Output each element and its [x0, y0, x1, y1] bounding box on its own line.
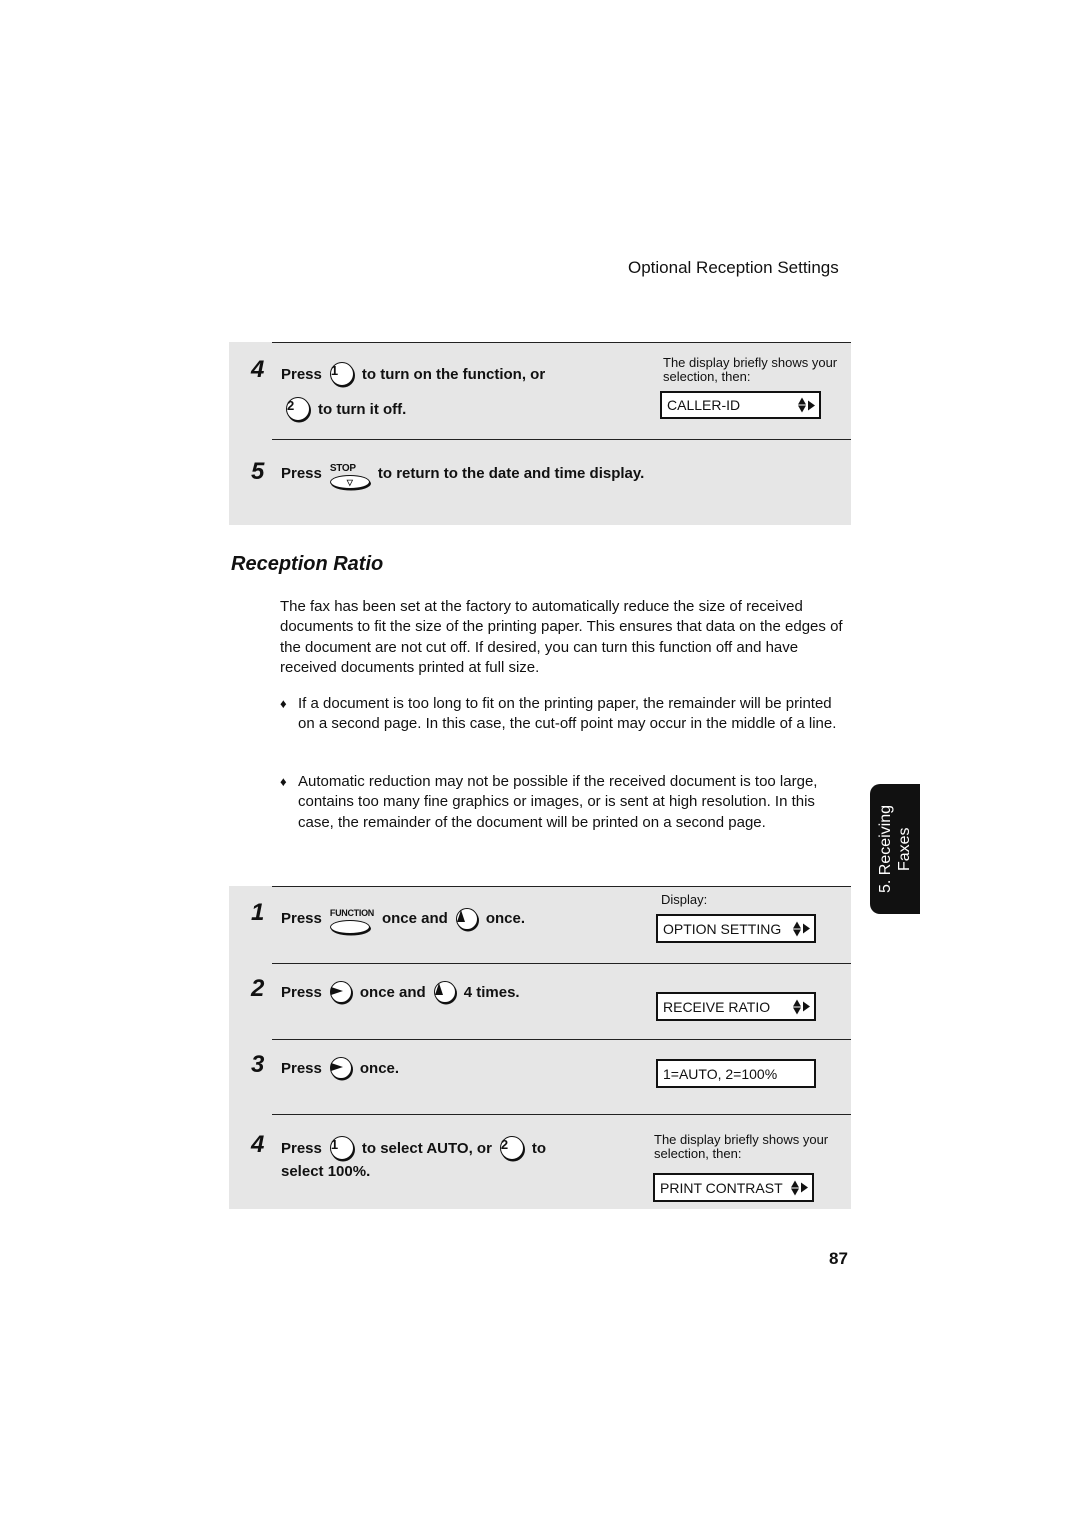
instruction-text: once and — [381, 910, 448, 927]
step-instruction: 2 to turn it off. — [278, 397, 406, 421]
press-label: Press — [281, 465, 322, 482]
lcd-display: CALLER-ID — [660, 391, 821, 419]
instruction-text: to — [531, 1139, 547, 1157]
lcd-text: OPTION SETTING — [663, 920, 782, 937]
up-arrow-key-icon — [455, 907, 478, 930]
step-instruction: Press STOP ▽ to return to the date and t… — [281, 458, 644, 489]
instruction-text: once. — [359, 1059, 400, 1077]
key-2-icon: 2 — [286, 397, 310, 421]
step-instruction: Press once and 4 times. — [281, 981, 520, 1003]
chapter-tab: 5. Receiving Faxes — [870, 784, 920, 914]
intro-paragraph: The fax has been set at the factory to a… — [280, 598, 843, 676]
key-2-icon: 2 — [499, 1136, 524, 1160]
lcd-display: 1=AUTO, 2=100% — [656, 1059, 816, 1088]
running-header: Optional Reception Settings — [628, 258, 839, 277]
diamond-bullet-icon: ♦ — [280, 696, 287, 711]
press-label: Press — [281, 1059, 322, 1077]
page-number: 87 — [829, 1249, 848, 1268]
step-instruction: Press once. — [281, 1057, 399, 1079]
divider — [272, 342, 851, 343]
stop-key-label: STOP — [329, 463, 356, 474]
function-key-label: FUNCTION — [329, 908, 374, 918]
press-label: Press — [281, 910, 322, 927]
chapter-tab-line1: 5. Receiving — [877, 804, 894, 894]
step-number: 2 — [251, 975, 265, 1002]
stop-symbol-icon: ▽ — [329, 475, 370, 489]
instruction-text: to turn it off. — [318, 400, 407, 418]
lcd-text: CALLER-ID — [667, 397, 741, 413]
key-1-icon: 1 — [329, 362, 354, 386]
bullet-text: If a document is too long to fit on the … — [298, 695, 837, 733]
divider — [272, 963, 851, 964]
lcd-display: PRINT CONTRAST — [653, 1173, 814, 1202]
scroll-arrows-icon — [791, 1180, 808, 1195]
scroll-arrows-icon — [798, 397, 815, 413]
divider — [272, 886, 851, 887]
lcd-display: OPTION SETTING — [656, 914, 816, 943]
scroll-arrows-icon — [793, 999, 810, 1014]
step-number: 4 — [251, 356, 265, 383]
diamond-bullet-icon: ♦ — [280, 774, 287, 789]
display-note: The display briefly shows your selection… — [654, 1132, 829, 1161]
stop-key-icon: STOP ▽ — [329, 458, 370, 489]
bullet-text: Automatic reduction may not be possible … — [298, 773, 818, 831]
divider — [272, 439, 851, 440]
function-key-shape — [329, 920, 370, 934]
instruction-text: 4 times. — [463, 983, 520, 1001]
right-arrow-key-icon — [329, 1057, 352, 1079]
instruction-text: select 100%. — [281, 1163, 371, 1180]
instruction-text: to turn on the function, or — [361, 365, 546, 383]
step-instruction: Press 1 to select AUTO, or 2 to — [281, 1136, 546, 1160]
display-label: Display: — [661, 892, 708, 907]
step-instruction: select 100%. — [281, 1163, 370, 1180]
lcd-text: PRINT CONTRAST — [660, 1179, 783, 1196]
bullet-item: ♦ Automatic reduction may not be possibl… — [280, 772, 845, 833]
display-note: The display briefly shows your selection… — [663, 355, 838, 384]
step-instruction: Press FUNCTION once and once. — [281, 903, 525, 934]
instruction-text: once. — [485, 910, 526, 927]
bullet-item: ♦ If a document is too long to fit on th… — [280, 694, 845, 735]
instruction-text: to select AUTO, or — [361, 1139, 492, 1157]
step-number: 4 — [251, 1131, 265, 1158]
press-label: Press — [281, 365, 322, 383]
lcd-display: RECEIVE RATIO — [656, 992, 816, 1021]
divider — [272, 1039, 851, 1040]
step-number: 5 — [251, 458, 265, 485]
divider — [272, 1114, 851, 1115]
up-arrow-key-icon — [433, 981, 456, 1003]
chapter-tab-label: 5. Receiving Faxes — [876, 805, 914, 893]
section-title: Reception Ratio — [231, 553, 384, 575]
right-arrow-key-icon — [329, 981, 352, 1003]
instruction-text: to return to the date and time display. — [377, 465, 645, 482]
chapter-tab-line2: Faxes — [896, 827, 913, 872]
step-number: 1 — [251, 899, 265, 926]
lcd-text: 1=AUTO, 2=100% — [663, 1065, 778, 1082]
press-label: Press — [281, 983, 322, 1001]
step-instruction: Press 1 to turn on the function, or — [281, 362, 545, 386]
key-1-icon: 1 — [329, 1136, 354, 1160]
press-label: Press — [281, 1139, 322, 1157]
lcd-text: RECEIVE RATIO — [663, 998, 771, 1015]
instruction-text: once and — [359, 983, 426, 1001]
function-key-icon: FUNCTION — [329, 903, 374, 934]
step-number: 3 — [251, 1051, 265, 1078]
scroll-arrows-icon — [793, 921, 810, 936]
